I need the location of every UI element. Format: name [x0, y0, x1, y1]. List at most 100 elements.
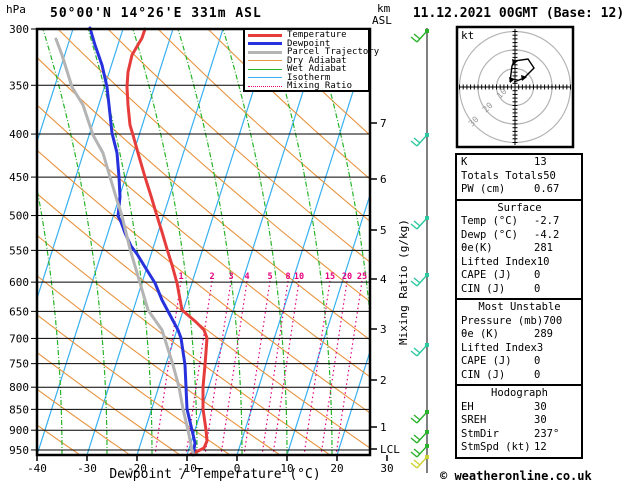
panel-section: K 13 Totals Totals 50 PW (cm) 0.67 — [455, 153, 583, 201]
altitude-tick-label: 6 — [380, 173, 387, 186]
dry-adiabat-line — [37, 56, 370, 341]
panel-row-value: 0 — [534, 368, 541, 381]
legend-swatch-dewpoint — [248, 42, 282, 46]
mixing-ratio-value-label: 5 — [267, 272, 272, 282]
legend-box: Temperature Dewpoint Parcel Trajectory Dry … — [243, 28, 379, 92]
panel-section-surface: Surface Temp (°C) -2.7 Dewp (°C) -4.2 θe(K) 28… — [455, 198, 583, 300]
panel-row-value: 3 — [536, 341, 544, 354]
altitude-axis-unit-asl: ASL — [372, 14, 392, 27]
run-date-title: 11.12.2021 00GMT (Base: 12) — [412, 6, 625, 21]
wind-barb-marker — [425, 444, 429, 448]
temperature-axis-label: Dewpoint / Temperature (°C) — [109, 467, 321, 482]
mixing-ratio-axis-label: Mixing Ratio (g/kg) — [397, 219, 410, 345]
wind-barb-marker — [425, 343, 429, 347]
skewt-sounding-app: 1 2 3 4 5 8 10 15 20 25 300 350 400 450 500 550 600 650 70… — [0, 0, 629, 486]
panel-section-title: Most Unstable — [478, 301, 561, 313]
panel-row-label: Dewp (°C) — [461, 228, 518, 241]
wet-adiabat-line — [87, 29, 153, 455]
pressure-tick-label: 950 — [9, 444, 29, 457]
parcel-trajectory-curve — [54, 37, 196, 457]
panel-section-hodograph: Hodograph EH 30 SREH 30 StmDir 237° StmSpd (kt)… — [455, 384, 583, 459]
panel-row: CIN (J) 0 — [461, 283, 578, 297]
mixing-ratio-value-label: 3 — [228, 272, 233, 282]
station-title: 50°00'N 14°26'E 331m ASL — [50, 6, 262, 21]
altitude-tick-label: LCL — [380, 443, 400, 456]
wind-barb — [410, 411, 428, 424]
panel-row-label: CIN (J) — [461, 282, 506, 295]
panel-row-label: CIN (J) — [461, 368, 506, 381]
altitude-tick-label: 1 — [380, 421, 387, 434]
pressure-tick-label: 500 — [9, 210, 29, 223]
wind-barb-marker — [425, 430, 429, 434]
panel-row-value: 0 — [534, 269, 541, 281]
panel-row-label: Totals Totals — [461, 169, 544, 182]
wet-adiabat-line — [583, 29, 629, 455]
legend-swatch-wet-adiabat — [248, 68, 282, 70]
panel-row: EH 30 — [461, 401, 578, 415]
panel-row: CIN (J) 0 — [461, 369, 578, 383]
altitude-tick-label: 5 — [380, 224, 387, 237]
panel-row-value: -4.2 — [534, 228, 560, 241]
mixing-ratio-value-label: 2 — [209, 272, 214, 282]
panel-row-label: Lifted Index — [461, 255, 537, 268]
panel-row: Lifted Index 3 — [461, 342, 578, 356]
panel-section-most-unstable: Most Unstable Pressure (mb) 700 θe (K) 289 Li… — [455, 298, 583, 386]
panel-row-value: 237° — [534, 427, 560, 440]
legend-label: Mixing Ratio — [287, 81, 353, 92]
legend-swatch-isotherm — [248, 77, 282, 79]
wind-barb — [410, 274, 428, 287]
panel-row: CAPE (J) 0 — [461, 355, 578, 369]
wind-barb-marker — [425, 29, 429, 33]
wind-barb — [410, 344, 428, 357]
panel-section-title: Surface — [497, 201, 542, 214]
panel-row-value: 13 — [534, 156, 547, 168]
wind-barb — [410, 134, 428, 147]
hodograph: 102030 — [458, 29, 572, 145]
panel-row: StmSpd (kt) 12 — [461, 441, 578, 455]
panel-row-label: EH — [461, 400, 474, 413]
panel-row-label: StmSpd (kt) — [461, 441, 531, 453]
wind-barb — [410, 30, 428, 43]
wind-barb — [410, 217, 428, 230]
hodograph-unit-label: kt — [461, 29, 475, 42]
panel-row-label: StmDir — [461, 427, 499, 440]
mixing-ratio-value-label: 4 — [244, 272, 249, 282]
panel-row: θe (K) 289 — [461, 328, 578, 342]
pressure-tick-label: 850 — [9, 403, 29, 416]
panel-row: θe(K) 281 — [461, 242, 578, 256]
mixing-ratio-value-label: 15 — [325, 272, 335, 282]
panel-row-value: 281 — [534, 242, 553, 254]
wet-adiabat-line — [357, 29, 370, 74]
panel-row-value: 0 — [534, 282, 541, 295]
mixing-ratio-value-label: 20 — [342, 272, 352, 282]
panel-row-value: 0.67 — [534, 183, 560, 195]
pressure-tick-label: 350 — [9, 79, 29, 92]
legend-swatch-parcel-trajectory — [248, 50, 282, 54]
pressure-tick-label: 800 — [9, 381, 29, 394]
altitude-tick-label: 4 — [380, 273, 387, 286]
panel-row-value: 30 — [534, 400, 547, 413]
isotherm-line — [236, 36, 370, 455]
panel-row-label: CAPE (J) — [461, 269, 512, 281]
panel-row-label: Temp (°C) — [461, 215, 518, 227]
panel-row-value: -2.7 — [534, 215, 560, 227]
pressure-tick-label: 550 — [9, 244, 29, 257]
pressure-tick-label: 600 — [9, 276, 29, 289]
panel-row: Dewp (°C) -4.2 — [461, 229, 578, 243]
panel-row: SREH 30 — [461, 414, 578, 428]
panel-section-title: Hodograph — [491, 387, 548, 399]
wind-barb-marker — [425, 455, 429, 459]
pressure-tick-label: 750 — [9, 358, 29, 371]
altitude-tick-label: 2 — [380, 374, 387, 387]
mixing-ratio-value-label: 25 — [357, 272, 367, 282]
pressure-tick-label: 450 — [9, 171, 29, 184]
indices-panel: K 13 Totals Totals 50 PW (cm) 0.67 Surface Temp… — [455, 153, 583, 459]
